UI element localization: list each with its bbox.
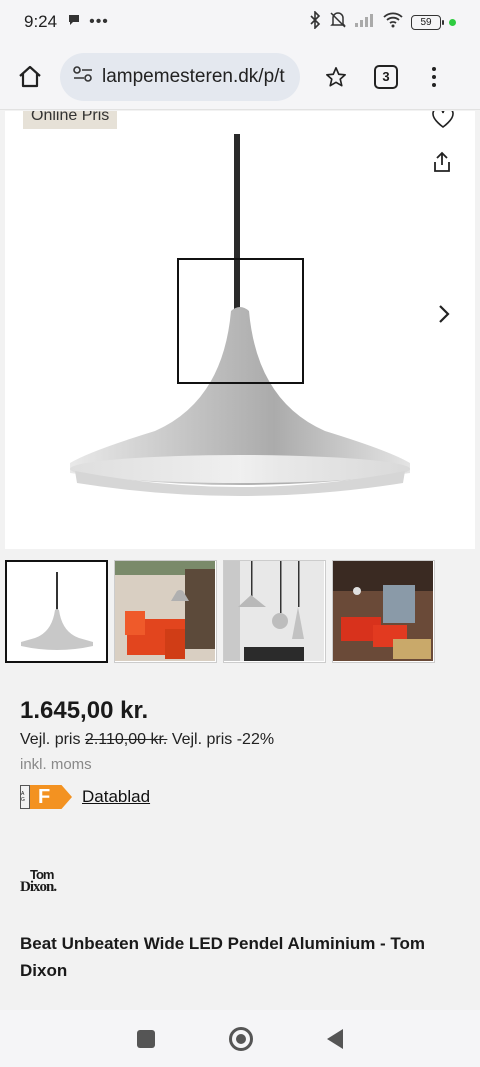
pendant-lamp-image [70, 134, 410, 496]
thumb-red-lounge[interactable] [332, 560, 435, 663]
old-price: 2.110,00 kr. [84, 731, 168, 748]
energy-label-row: A G F Datablad [20, 785, 150, 809]
home-nav-button[interactable] [229, 1026, 253, 1051]
energy-grade: F [30, 785, 72, 809]
chevron-right-icon [439, 305, 450, 323]
recommended-price-row: Vejl. pris 2.110,00 kr. Vejl. pris -22% [20, 731, 274, 749]
address-bar[interactable]: lampemesteren.dk/p/t [60, 52, 300, 101]
thumb-lamp-product[interactable] [5, 560, 108, 663]
home-button[interactable] [12, 59, 48, 95]
url-text: lampemesteren.dk/p/t [102, 65, 285, 87]
browser-toolbar: lampemesteren.dk/p/t 3 [0, 44, 480, 110]
online-price-badge: Online Pris [23, 111, 118, 129]
share-icon [434, 151, 450, 172]
vat-note: inkl. moms [20, 756, 92, 773]
product-price: 1.645,00 kr. [20, 697, 149, 724]
browser-menu-button[interactable] [432, 66, 436, 87]
product-main-image[interactable]: Online Pris [5, 111, 475, 549]
next-image-button[interactable] [437, 303, 451, 330]
back-button[interactable] [327, 1028, 343, 1049]
heart-icon [432, 111, 454, 128]
favorite-button[interactable] [431, 111, 455, 134]
home-icon [19, 65, 41, 87]
energy-scale: A G [20, 785, 30, 809]
share-button[interactable] [433, 151, 451, 178]
bookmark-button[interactable] [318, 59, 354, 95]
more-notifications-icon: ••• [89, 13, 109, 30]
thumb-three-pendants[interactable] [223, 560, 326, 663]
chat-notification-icon [67, 13, 81, 32]
datasheet-link[interactable]: Datablad [82, 787, 150, 807]
discount-text: Vejl. pris -22% [171, 731, 275, 748]
site-settings-icon[interactable] [72, 65, 94, 88]
product-image-gallery: Online Pris [0, 111, 480, 553]
privacy-indicator-dot [449, 18, 456, 26]
product-title: Beat Unbeaten Wide LED Pendel Aluminium … [20, 934, 426, 980]
signal-icon [355, 13, 375, 32]
battery-icon: 59 [411, 14, 444, 30]
battery-level: 59 [420, 16, 432, 28]
star-icon [326, 66, 346, 87]
mute-icon [329, 11, 347, 34]
bluetooth-icon [309, 9, 321, 34]
energy-label-badge[interactable]: A G F [20, 785, 72, 809]
status-time: 9:24 [24, 12, 58, 31]
status-bar: 9:24 ••• 59 [0, 0, 480, 44]
tab-switcher-button[interactable]: 3 [374, 64, 398, 89]
recents-button[interactable] [137, 1029, 155, 1048]
recommended-price-label: Vejl. pris [20, 731, 81, 748]
thumb-living-room-red-sofa[interactable] [114, 560, 217, 663]
brand-logo[interactable]: Tom Dixon. [20, 868, 57, 895]
thumbnail-strip [0, 560, 480, 664]
wifi-icon [383, 12, 403, 33]
system-navigation-bar [0, 1010, 480, 1067]
